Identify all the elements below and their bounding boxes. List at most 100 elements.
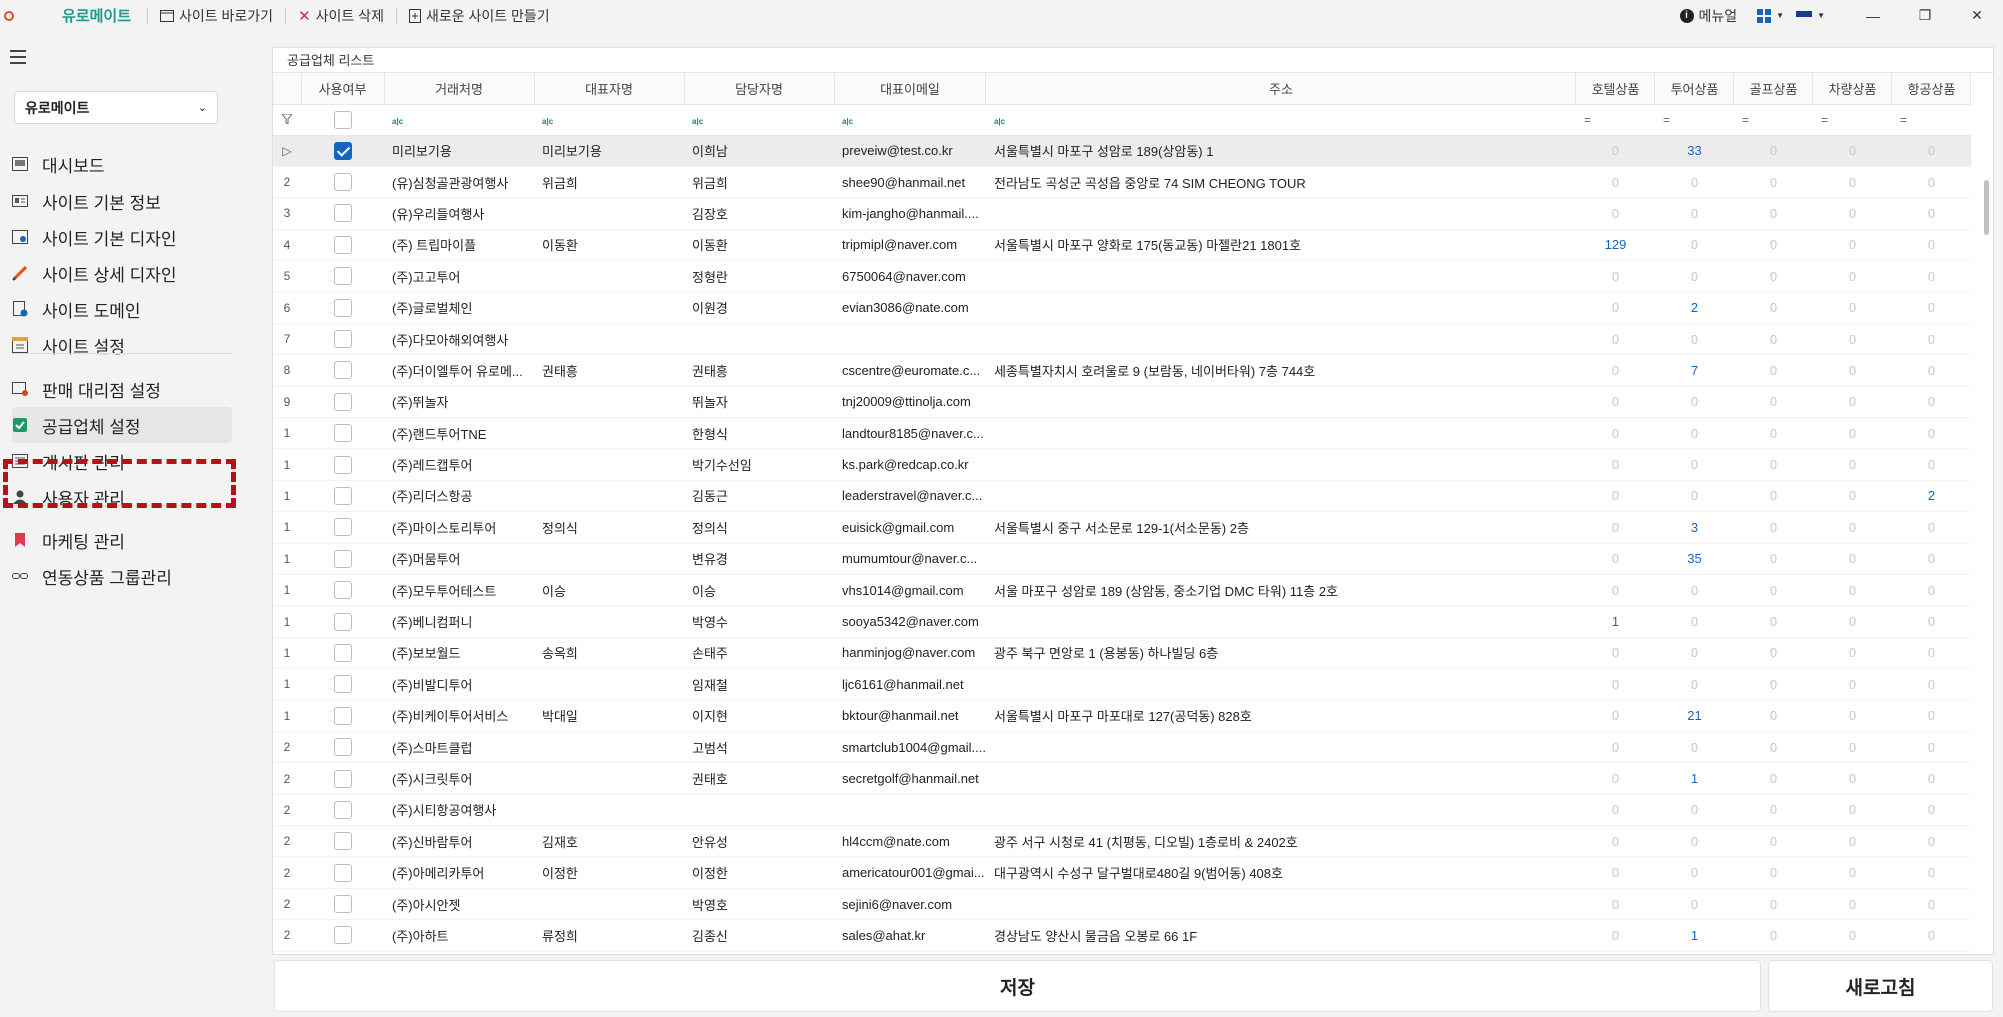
product-count-cell[interactable]: 0 bbox=[1891, 386, 1971, 419]
text-filter[interactable]: a|c bbox=[384, 104, 534, 136]
email-cell[interactable]: euisick@gmail.com bbox=[834, 511, 986, 544]
supplier-name-cell[interactable]: (주)시티항공여행사 bbox=[384, 794, 534, 827]
email-cell[interactable]: cscentre@euromate.c... bbox=[834, 354, 986, 387]
manager-cell[interactable]: 김종신 bbox=[684, 919, 834, 952]
active-checkbox-cell[interactable] bbox=[301, 197, 384, 230]
address-cell[interactable] bbox=[985, 448, 1576, 481]
table-row[interactable]: 1 (주)비케이투어서비스 박대일 이지현 bktour@hanmail.net 서울특별… bbox=[273, 700, 1971, 732]
active-checkbox-cell[interactable] bbox=[301, 135, 384, 167]
product-count-cell[interactable]: 0 bbox=[1812, 700, 1892, 732]
product-count-cell[interactable]: 0 bbox=[1733, 166, 1813, 199]
product-count-cell[interactable]: 0 bbox=[1891, 574, 1971, 607]
filter-checkbox[interactable] bbox=[301, 104, 384, 136]
product-count-cell[interactable]: 0 bbox=[1812, 825, 1892, 858]
sidebar-item-site-settings[interactable]: 사이트 설정 bbox=[12, 327, 232, 363]
text-filter[interactable]: a|c bbox=[985, 104, 1576, 136]
product-count-cell[interactable]: 0 bbox=[1891, 291, 1971, 324]
active-checkbox-cell[interactable] bbox=[301, 229, 384, 262]
address-cell[interactable] bbox=[985, 386, 1576, 419]
product-count-cell[interactable]: 0 bbox=[1733, 668, 1813, 701]
language-button[interactable]: ▼ bbox=[1790, 10, 1831, 21]
table-row[interactable]: 1 (주)리더스항공 김동근 leaderstravel@naver.c... 0 0 0 0… bbox=[273, 480, 1971, 513]
representative-cell[interactable]: 이동환 bbox=[534, 229, 684, 262]
representative-cell[interactable]: 이승 bbox=[534, 574, 684, 607]
product-count-cell[interactable]: 0 bbox=[1891, 260, 1971, 293]
product-count-cell[interactable]: 0 bbox=[1654, 825, 1734, 858]
active-checkbox-cell[interactable] bbox=[301, 354, 384, 387]
active-checkbox-cell[interactable] bbox=[301, 700, 384, 732]
product-count-cell[interactable]: 0 bbox=[1575, 135, 1655, 167]
product-count-cell[interactable]: 2 bbox=[1654, 291, 1734, 324]
product-count-cell[interactable]: 0 bbox=[1891, 229, 1971, 262]
column-header[interactable]: 항공상품 bbox=[1891, 73, 1972, 105]
supplier-name-cell[interactable]: (주)아하트 bbox=[384, 919, 534, 952]
supplier-name-cell[interactable]: (유)우리들여행사 bbox=[384, 197, 534, 230]
product-count-cell[interactable]: 3 bbox=[1654, 511, 1734, 544]
product-count-cell[interactable]: 0 bbox=[1812, 762, 1892, 795]
table-row[interactable]: ▷ 미리보기용 미리보기용 이희남 preveiw@test.co.kr 서울특별시 마포… bbox=[273, 135, 1971, 167]
email-cell[interactable]: sooya5342@naver.com bbox=[834, 605, 986, 638]
sidebar-item-supplier-settings[interactable]: 공급업체 설정 bbox=[12, 407, 232, 443]
sidebar-item-site-detail-design[interactable]: 사이트 상세 디자인 bbox=[12, 255, 232, 291]
active-checkbox-cell[interactable] bbox=[301, 888, 384, 921]
product-count-cell[interactable]: 0 bbox=[1575, 417, 1655, 450]
table-row[interactable]: 1 (주)레드캡투어 박기수선임 ks.park@redcap.co.kr 0 0 0 0 0 bbox=[273, 448, 1971, 481]
sidebar-item-agency-settings[interactable]: 판매 대리점 설정 bbox=[12, 371, 232, 407]
product-count-cell[interactable]: 0 bbox=[1575, 543, 1655, 575]
product-count-cell[interactable]: 35 bbox=[1654, 543, 1734, 575]
representative-cell[interactable] bbox=[534, 291, 684, 324]
manager-cell[interactable]: 이희남 bbox=[684, 135, 834, 167]
product-count-cell[interactable]: 0 bbox=[1575, 825, 1655, 858]
table-row[interactable]: 1 (주)보보월드 송옥희 손태주 hanminjog@naver.com 광주 북구 면… bbox=[273, 637, 1971, 670]
table-row[interactable]: 2 (주)아하트 류정희 김종신 sales@ahat.kr 경상남도 양산시 물금읍 오… bbox=[273, 919, 1971, 952]
column-header[interactable]: 호텔상품 bbox=[1575, 73, 1656, 105]
product-count-cell[interactable]: 1 bbox=[1654, 762, 1734, 795]
manager-cell[interactable]: 뛰놀자 bbox=[684, 386, 834, 419]
address-cell[interactable] bbox=[985, 197, 1576, 230]
product-count-cell[interactable]: 0 bbox=[1654, 448, 1734, 481]
manager-cell[interactable]: 김동근 bbox=[684, 480, 834, 513]
supplier-name-cell[interactable]: (주)머뭄투어 bbox=[384, 543, 534, 575]
product-count-cell[interactable]: 33 bbox=[1654, 135, 1734, 167]
active-checkbox-cell[interactable] bbox=[301, 574, 384, 607]
email-cell[interactable]: hanminjog@naver.com bbox=[834, 637, 986, 670]
active-checkbox-cell[interactable] bbox=[301, 762, 384, 795]
manager-cell[interactable]: 변유경 bbox=[684, 543, 834, 575]
email-cell[interactable]: landtour8185@naver.c... bbox=[834, 417, 986, 450]
active-checkbox[interactable] bbox=[333, 424, 352, 443]
manager-cell[interactable]: 이승 bbox=[684, 574, 834, 607]
product-count-cell[interactable]: 0 bbox=[1891, 668, 1971, 701]
active-checkbox[interactable] bbox=[333, 361, 352, 380]
active-checkbox[interactable] bbox=[333, 769, 352, 788]
product-count-cell[interactable]: 0 bbox=[1812, 197, 1892, 230]
product-count-cell[interactable]: 0 bbox=[1812, 417, 1892, 450]
product-count-cell[interactable]: 2 bbox=[1891, 480, 1971, 513]
layout-button[interactable]: ▼ bbox=[1751, 8, 1790, 23]
maximize-button[interactable]: ❐ bbox=[1899, 7, 1951, 24]
email-cell[interactable] bbox=[834, 323, 986, 356]
product-count-cell[interactable]: 0 bbox=[1733, 511, 1813, 544]
email-cell[interactable]: vhs1014@gmail.com bbox=[834, 574, 986, 607]
representative-cell[interactable] bbox=[534, 543, 684, 575]
active-checkbox[interactable] bbox=[333, 267, 352, 286]
supplier-name-cell[interactable]: (주)레드캡투어 bbox=[384, 448, 534, 481]
active-checkbox[interactable] bbox=[333, 832, 352, 851]
supplier-name-cell[interactable]: (주)아시안젯 bbox=[384, 888, 534, 921]
product-count-cell[interactable]: 0 bbox=[1654, 794, 1734, 827]
active-checkbox[interactable] bbox=[333, 895, 352, 914]
address-cell[interactable]: 광주 서구 시청로 41 (치평동, 디오빌) 1층로비 & 2402호 bbox=[985, 825, 1576, 858]
active-checkbox-cell[interactable] bbox=[301, 668, 384, 701]
product-count-cell[interactable]: 0 bbox=[1891, 919, 1971, 952]
active-checkbox[interactable] bbox=[333, 330, 352, 349]
product-count-cell[interactable]: 0 bbox=[1733, 386, 1813, 419]
product-count-cell[interactable]: 0 bbox=[1575, 386, 1655, 419]
product-count-cell[interactable]: 0 bbox=[1812, 354, 1892, 387]
product-count-cell[interactable]: 0 bbox=[1812, 260, 1892, 293]
text-filter[interactable]: a|c bbox=[684, 104, 834, 136]
address-cell[interactable] bbox=[985, 888, 1576, 921]
equals-filter[interactable]: = bbox=[1812, 104, 1892, 136]
product-count-cell[interactable]: 0 bbox=[1654, 229, 1734, 262]
product-count-cell[interactable]: 0 bbox=[1891, 197, 1971, 230]
product-count-cell[interactable]: 0 bbox=[1654, 856, 1734, 889]
product-count-cell[interactable]: 0 bbox=[1733, 700, 1813, 732]
